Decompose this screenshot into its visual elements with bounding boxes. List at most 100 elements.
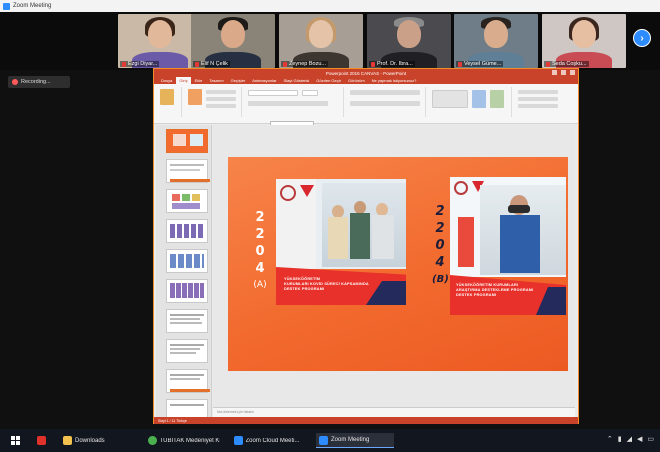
folder-icon [63, 436, 72, 445]
battery-icon[interactable]: ▭ [647, 435, 654, 443]
shared-powerpoint-window: Powerpoint 2016 CANVAS - PowerPoint Dosy… [153, 68, 579, 424]
university-seal-icon [280, 185, 296, 201]
ppt-ribbon [154, 84, 578, 124]
participant-tile[interactable]: Elif N Çelik [191, 14, 275, 68]
participant-name: Zeynep Bozu... [289, 61, 326, 67]
minimize-icon[interactable] [552, 70, 557, 75]
select-button[interactable] [518, 104, 558, 108]
slide-thumbnail[interactable] [166, 279, 208, 303]
slide-thumbnail[interactable] [166, 219, 208, 243]
participant-name: Ezgi Diyar... [128, 61, 158, 67]
recording-indicator[interactable]: Recording... [8, 76, 70, 88]
taskbar-item-zoom-cloud[interactable]: Zoom Cloud Meeti... [231, 433, 309, 448]
drawing-group [428, 87, 512, 117]
tab-animations[interactable]: Animasyonlar [249, 77, 279, 84]
panel-a: YÜKSEKÖĞRETİM KURUMLARI KOVİD SÜRECİ KAP… [276, 179, 406, 309]
tab-transitions[interactable]: Geçişler [228, 77, 249, 84]
font-format-buttons[interactable] [248, 101, 328, 106]
pdf-icon [37, 436, 46, 445]
zoom-logo-icon [3, 2, 10, 10]
editing-group [514, 87, 574, 117]
layout-button[interactable] [206, 90, 236, 94]
participant-name: Seda Coşku... [552, 61, 587, 67]
font-family-select[interactable] [248, 90, 298, 96]
participant-name: Prof. Dr. İbra... [377, 61, 413, 67]
align-buttons[interactable] [350, 101, 420, 106]
muted-mic-icon [458, 61, 462, 67]
slides-group [184, 87, 242, 117]
ppt-title-bar: Powerpoint 2016 CANVAS - PowerPoint [154, 69, 578, 77]
shapes-gallery[interactable] [432, 90, 468, 108]
close-icon[interactable] [570, 70, 575, 75]
muted-mic-icon [122, 61, 126, 67]
microphone-icon[interactable]: ▮ [618, 435, 622, 443]
slide-thumbnail[interactable] [166, 339, 208, 363]
taskbar-item-browser[interactable]: TÜBİTAK Medeniyet Kı... [145, 433, 223, 448]
start-button[interactable] [8, 433, 23, 448]
tab-insert[interactable]: Ekle [192, 77, 206, 84]
participant-tile[interactable]: Ezgi Diyar... [118, 14, 202, 68]
panel-a-tag: (A) [253, 280, 267, 290]
font-size-select[interactable] [302, 90, 318, 96]
ppt-status-bar: Slayt 1 / 11 Türkçe [154, 417, 578, 424]
replace-button[interactable] [518, 97, 558, 101]
quick-styles-icon[interactable] [490, 90, 504, 108]
participant-tile[interactable]: Prof. Dr. İbra... [367, 14, 451, 68]
participant-tile[interactable]: Zeynep Bozu... [279, 14, 363, 68]
slide-thumbnail[interactable] [166, 159, 210, 183]
chrome-icon [148, 436, 157, 445]
participant-gallery: Ezgi Diyar... Elif N Çelik Zeynep Bozu..… [0, 12, 660, 70]
tab-view[interactable]: Görünüm [345, 77, 368, 84]
slide-thumbnails-pane [156, 125, 212, 421]
muted-mic-icon [195, 61, 199, 67]
taskbar-item-zoom-meeting[interactable]: Zoom Meeting [316, 433, 394, 448]
tab-home[interactable]: Giriş [176, 77, 191, 84]
tab-file[interactable]: Dosya [158, 77, 175, 84]
list-buttons[interactable] [350, 90, 420, 95]
new-slide-icon[interactable] [188, 89, 202, 105]
current-slide[interactable]: YÜKSEKÖĞRETİM KURUMLARI KOVİD SÜRECİ KAP… [228, 157, 568, 371]
maximize-icon[interactable] [561, 70, 566, 75]
tab-slideshow[interactable]: Slayt Gösterisi [281, 77, 313, 84]
chevron-up-icon[interactable]: ⌃ [607, 435, 613, 443]
panel-a-program-number: 2 2 0 4 (A) [252, 209, 268, 294]
network-icon[interactable]: ◢ [627, 435, 632, 443]
ppt-ribbon-tabs: Dosya Giriş Ekle Tasarım Geçişler Animas… [154, 77, 578, 84]
muted-mic-icon [371, 61, 375, 67]
volume-icon[interactable]: ◀ [637, 435, 642, 443]
slide-thumbnail[interactable] [166, 309, 208, 333]
participant-tile[interactable]: Veysel Güme... [454, 14, 538, 68]
arrange-icon[interactable] [472, 90, 486, 108]
tab-review[interactable]: Gözden Geçir [313, 77, 344, 84]
zoom-meeting-window: Zoom Meeting Ezgi Diyar... Elif N Çelik … [0, 0, 660, 452]
zoom-icon [319, 435, 328, 445]
zoom-icon [234, 436, 243, 445]
slide-editing-area[interactable]: YÜKSEKÖĞRETİM KURUMLARI KOVİD SÜRECİ KAP… [213, 125, 575, 407]
panel-b-tag: (B) [432, 274, 449, 285]
clipboard-group [156, 87, 182, 117]
slide-thumbnail[interactable] [166, 129, 208, 153]
window-title: Zoom Meeting [13, 3, 52, 9]
tubitak-logo-icon [300, 185, 314, 197]
reset-button[interactable] [206, 97, 236, 101]
record-icon [12, 79, 18, 85]
tab-design[interactable]: Tasarım [206, 77, 226, 84]
participant-name: Elif N Çelik [201, 61, 228, 67]
chevron-right-icon: › [640, 32, 644, 44]
paragraph-group [346, 87, 426, 117]
panel-a-caption-3: DESTEK PROGRAMI [284, 287, 325, 291]
paste-icon[interactable] [160, 89, 174, 105]
slide-thumbnail[interactable] [166, 189, 208, 213]
muted-mic-icon [283, 61, 287, 67]
notes-pane[interactable]: Not eklemek için tıklatın [213, 407, 575, 417]
slide-thumbnail[interactable] [166, 369, 210, 393]
taskbar-pdf-app[interactable] [34, 433, 49, 448]
panel-b-program-number: 2 2 0 4 (B) [432, 203, 449, 288]
find-button[interactable] [518, 90, 558, 94]
tell-me-box[interactable]: Ne yapmak istiyorsunuz? [369, 77, 420, 84]
taskbar-item-downloads[interactable]: Downloads [60, 433, 134, 448]
participant-tile[interactable]: Seda Coşku... [542, 14, 626, 68]
next-page-button[interactable]: › [633, 29, 651, 47]
section-button[interactable] [206, 104, 236, 108]
slide-thumbnail[interactable] [166, 249, 208, 273]
